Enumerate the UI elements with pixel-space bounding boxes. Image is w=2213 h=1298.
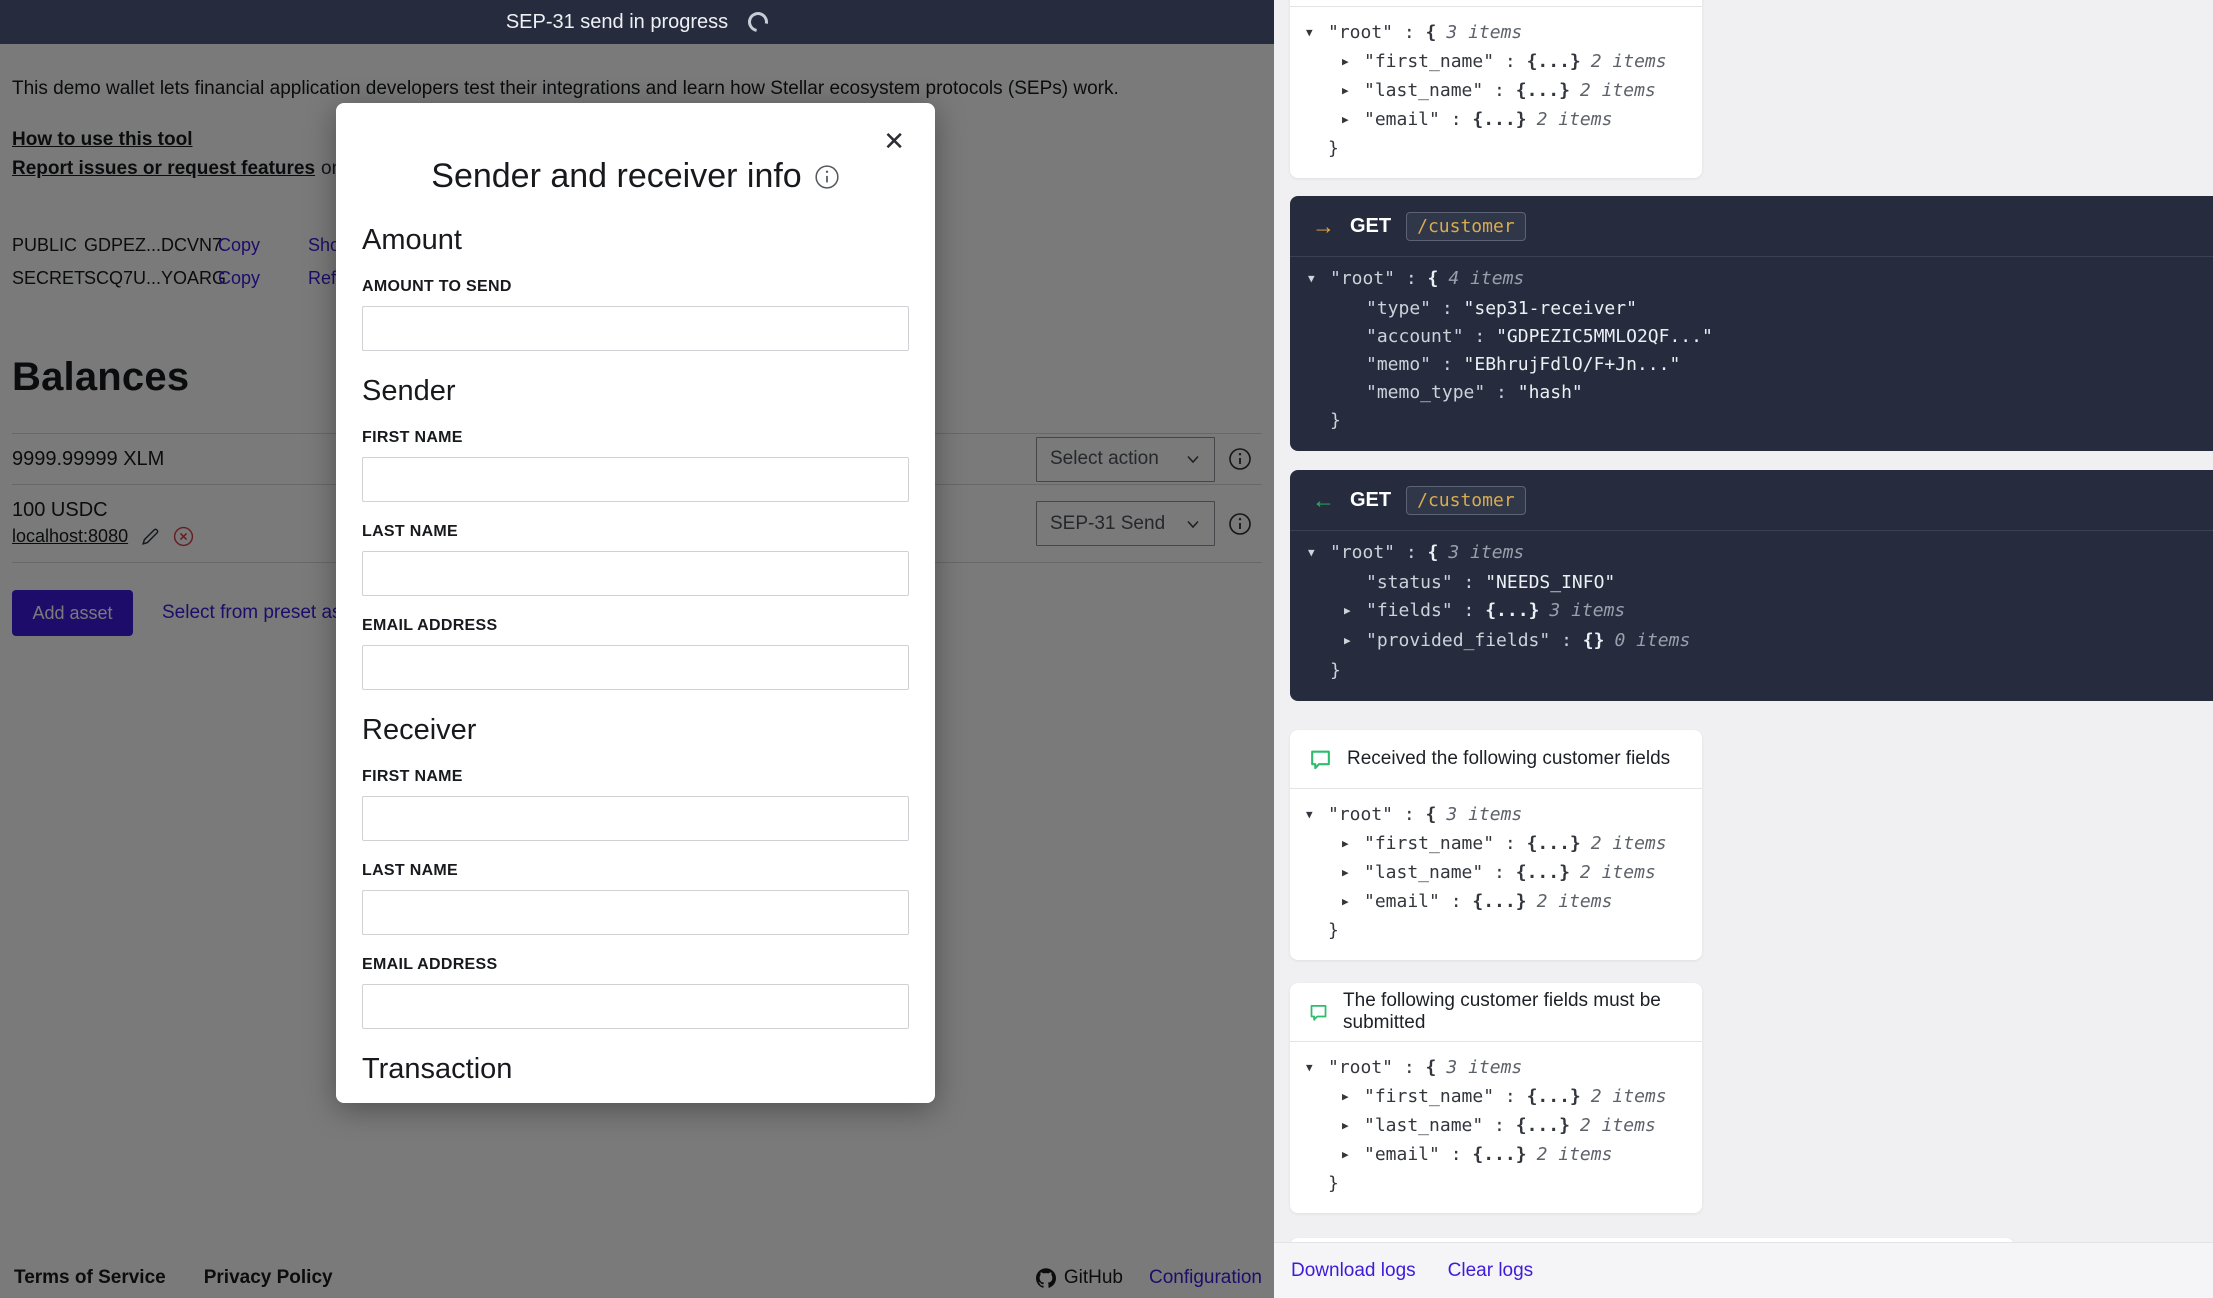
amount-to-send-label: AMOUNT TO SEND <box>362 278 909 296</box>
collapse-icon[interactable] <box>1308 265 1330 295</box>
sender-first-name-input[interactable] <box>362 457 909 502</box>
sender-email-label: EMAIL ADDRESS <box>362 617 909 635</box>
section-receiver: Receiver <box>362 714 909 747</box>
message-bubble-icon <box>1308 1000 1329 1025</box>
wallet-main-region: SEP-31 send in progress This demo wallet… <box>0 0 1274 1298</box>
json-tree: "root"{3 items "first_name"{...}2 items … <box>1290 789 1702 960</box>
collapse-icon[interactable] <box>1308 539 1330 569</box>
loading-spinner-icon <box>744 8 772 36</box>
sender-last-name-label: LAST NAME <box>362 523 909 541</box>
collapse-icon[interactable] <box>1306 1054 1328 1083</box>
json-tree: "root"{3 items "first_name"{...}2 items … <box>1290 1042 1702 1213</box>
log-card-received-fields: Received the following customer fields "… <box>1290 730 1702 960</box>
request-arrow-icon: → <box>1312 213 1335 240</box>
progress-banner: SEP-31 send in progress <box>0 0 1274 44</box>
close-icon[interactable]: ✕ <box>877 127 911 155</box>
log-card-customer-fields-partial: "root"{3 items "first_name"{...}2 items … <box>1290 0 1702 178</box>
expand-icon[interactable] <box>1342 1083 1364 1112</box>
expand-icon[interactable] <box>1342 830 1364 859</box>
receiver-email-input[interactable] <box>362 984 909 1029</box>
log-message-text: Received the following customer fields <box>1347 748 1670 770</box>
receiver-email-label: EMAIL ADDRESS <box>362 956 909 974</box>
expand-icon[interactable] <box>1342 48 1364 77</box>
clear-logs-button[interactable]: Clear logs <box>1448 1260 1534 1282</box>
response-path-badge: /customer <box>1406 486 1526 515</box>
logs-panel: "root"{3 items "first_name"{...}2 items … <box>1274 0 2213 1298</box>
collapse-icon[interactable] <box>1306 19 1328 48</box>
logs-scroll-area[interactable]: "root"{3 items "first_name"{...}2 items … <box>1274 0 2213 1242</box>
expand-icon[interactable] <box>1342 859 1364 888</box>
json-tree: "root"{4 items "type""sep31-receiver" "a… <box>1290 257 2213 451</box>
sender-first-name-label: FIRST NAME <box>362 429 909 447</box>
expand-icon[interactable] <box>1344 597 1366 627</box>
sender-receiver-modal: ✕ Sender and receiver info Amount AMOUNT… <box>336 103 935 1103</box>
section-amount: Amount <box>362 224 909 257</box>
logs-footer: Download logs Clear logs <box>1274 1242 2213 1298</box>
sender-email-input[interactable] <box>362 645 909 690</box>
modal-title: Sender and receiver info <box>362 157 909 196</box>
log-card-fields-must-be-submitted: The following customer fields must be su… <box>1290 983 1702 1213</box>
request-path-badge: /customer <box>1406 212 1526 241</box>
json-tree: "root"{3 items "status""NEEDS_INFO" "fie… <box>1290 531 2213 701</box>
request-method: GET <box>1350 215 1391 238</box>
log-card-response-get-customer: ← GET /customer "root"{3 items "status""… <box>1290 470 2213 701</box>
collapse-icon[interactable] <box>1306 801 1328 830</box>
receiver-last-name-input[interactable] <box>362 890 909 935</box>
expand-icon[interactable] <box>1342 1112 1364 1141</box>
expand-icon[interactable] <box>1344 627 1366 657</box>
log-message-text: The following customer fields must be su… <box>1343 990 1684 1034</box>
section-transaction: Transaction <box>362 1053 909 1086</box>
receiver-last-name-label: LAST NAME <box>362 862 909 880</box>
response-arrow-icon: ← <box>1312 487 1335 514</box>
expand-icon[interactable] <box>1342 77 1364 106</box>
expand-icon[interactable] <box>1342 888 1364 917</box>
download-logs-button[interactable]: Download logs <box>1291 1260 1416 1282</box>
json-tree: "root"{3 items "first_name"{...}2 items … <box>1290 7 1702 178</box>
section-sender: Sender <box>362 375 909 408</box>
receiver-first-name-label: FIRST NAME <box>362 768 909 786</box>
info-icon[interactable] <box>814 164 840 190</box>
message-bubble-icon <box>1308 747 1333 772</box>
expand-icon[interactable] <box>1342 106 1364 135</box>
response-method: GET <box>1350 489 1391 512</box>
log-card-request-get-customer: → GET /customer "root"{4 items "type""se… <box>1290 196 2213 451</box>
progress-banner-text: SEP-31 send in progress <box>506 11 728 34</box>
expand-icon[interactable] <box>1342 1141 1364 1170</box>
sender-last-name-input[interactable] <box>362 551 909 596</box>
amount-to-send-input[interactable] <box>362 306 909 351</box>
receiver-first-name-input[interactable] <box>362 796 909 841</box>
